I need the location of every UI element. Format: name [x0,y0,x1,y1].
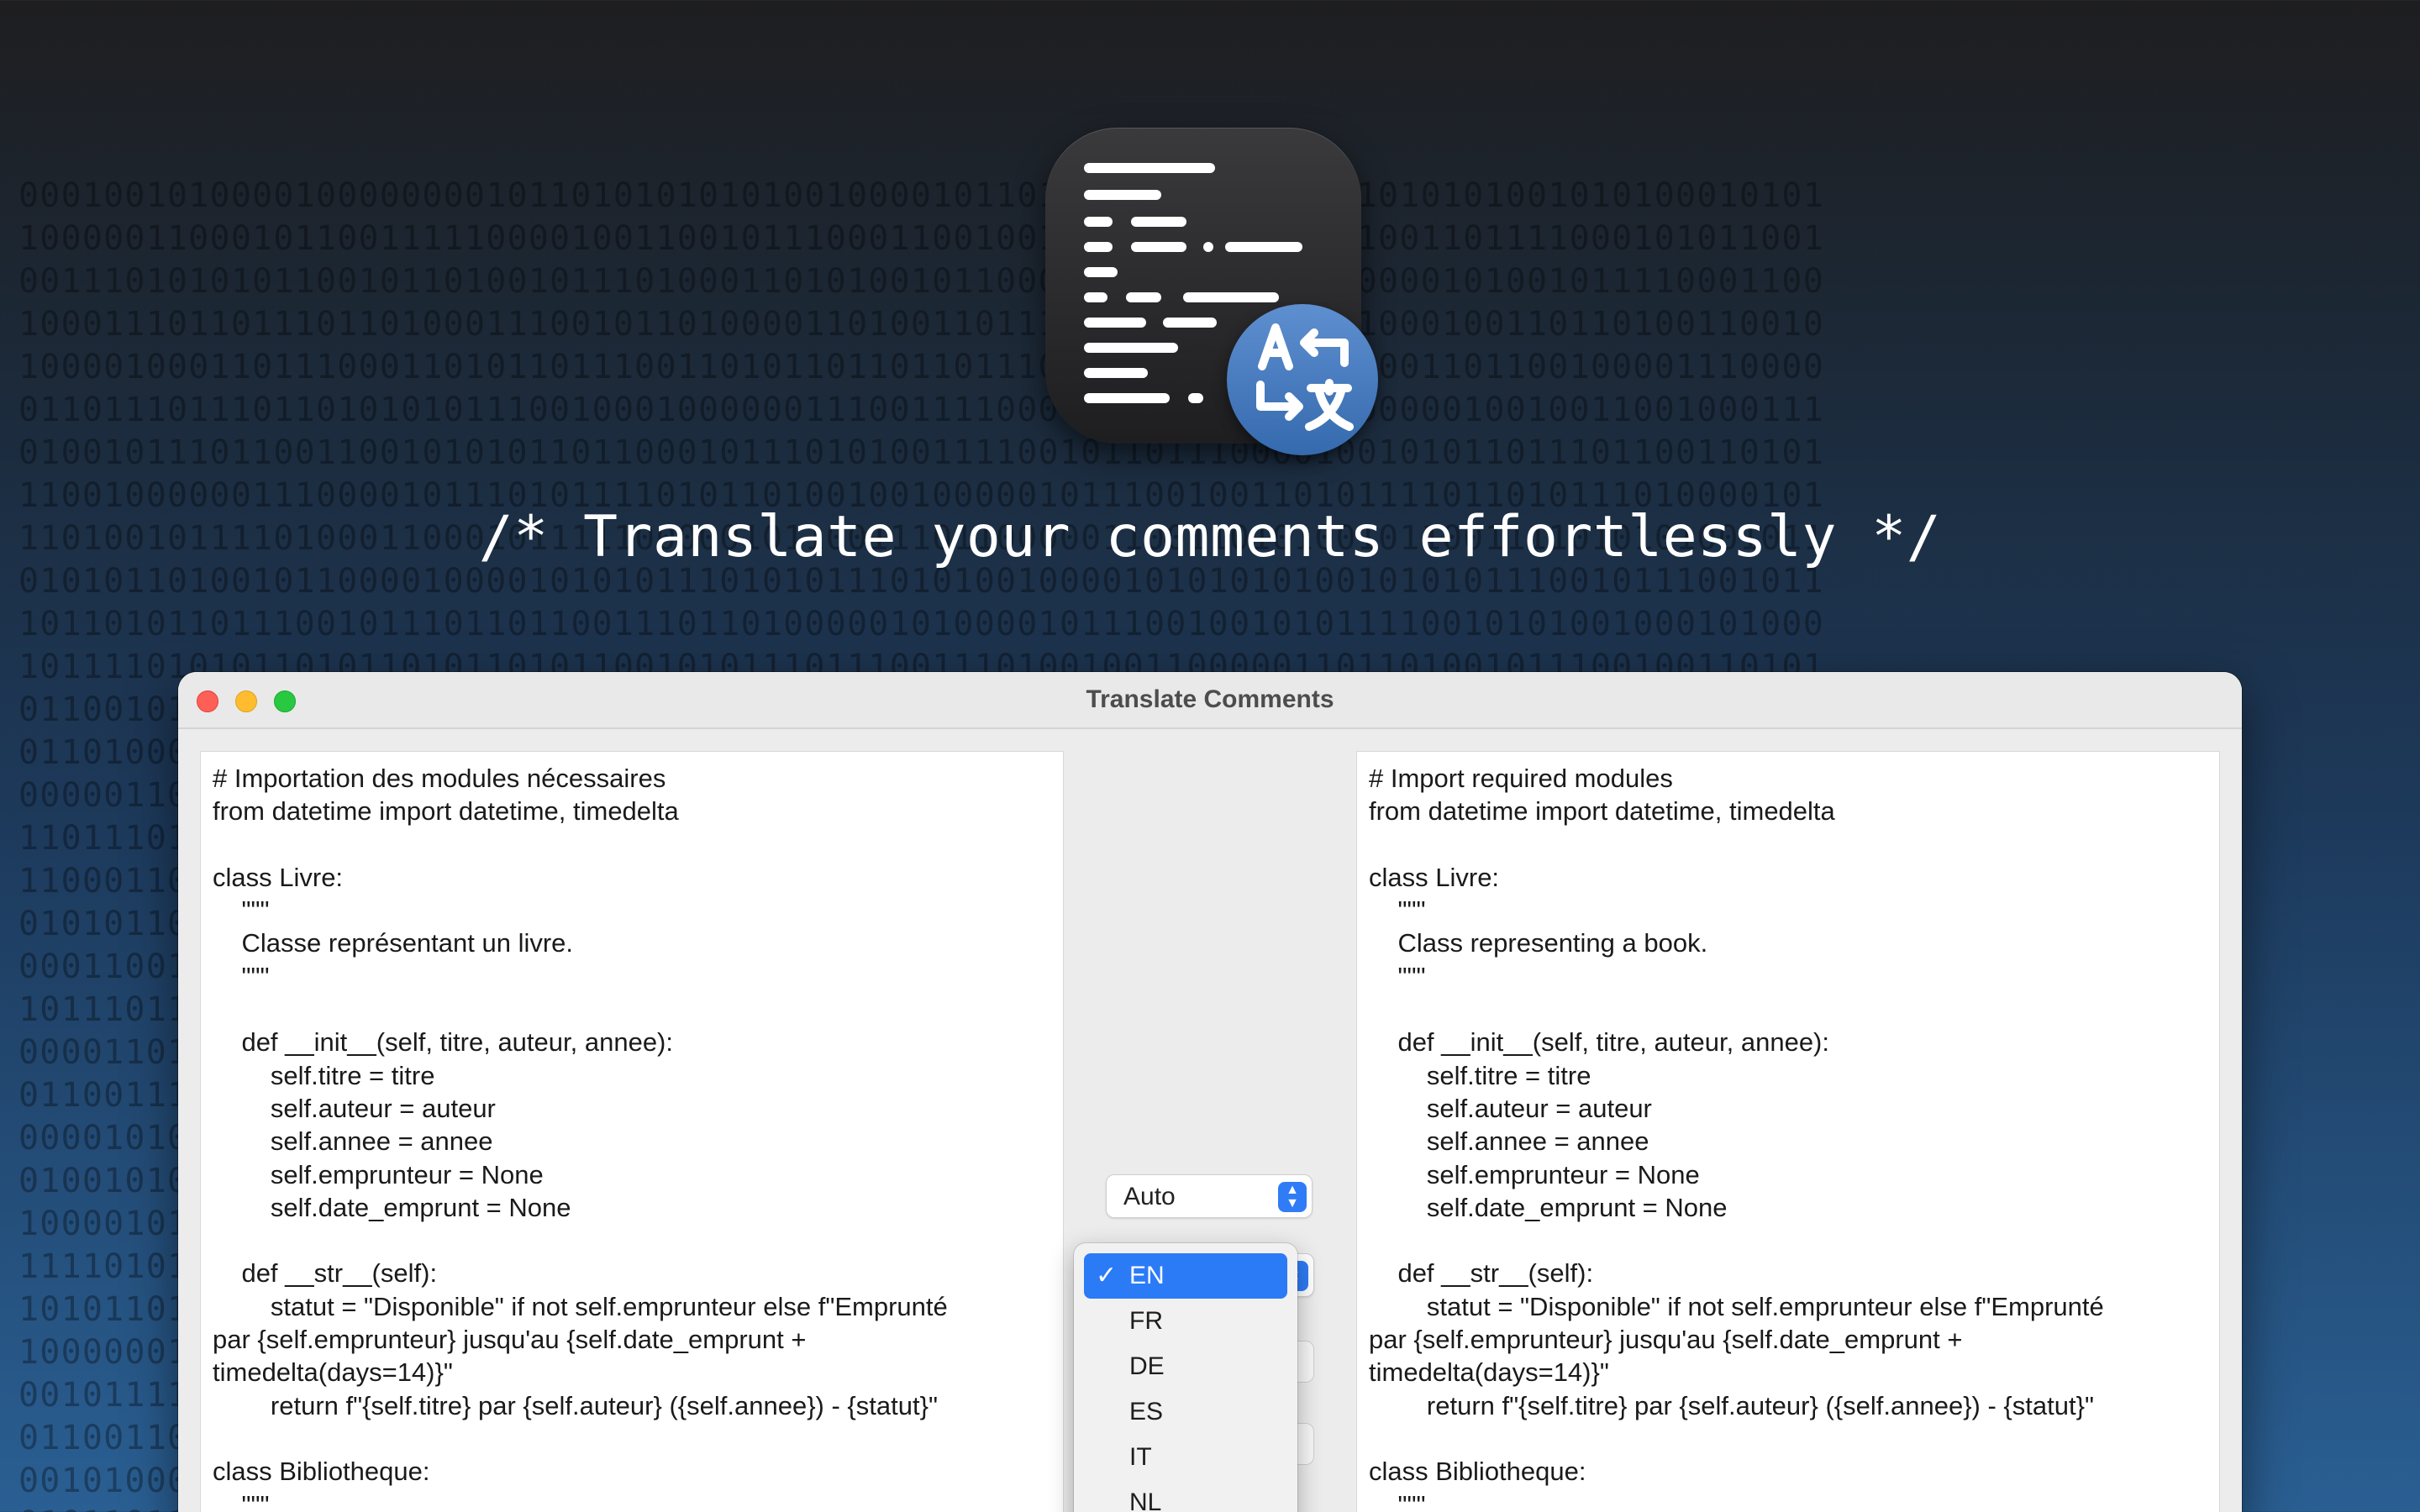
title-bar[interactable]: Translate Comments [178,672,2242,729]
updown-chevron-icon: ▲▼ [1278,1182,1307,1212]
menu-item-en[interactable]: ✓ EN [1084,1253,1287,1299]
tagline: /* Translate your comments effortlessly … [478,504,1942,570]
menu-item-label: ES [1129,1398,1164,1425]
menu-item-de[interactable]: DE [1084,1344,1287,1389]
menu-item-label: DE [1129,1352,1165,1380]
checkmark-icon: ✓ [1096,1262,1118,1289]
menu-item-es[interactable]: ES [1084,1389,1287,1435]
menu-item-label: NL [1129,1488,1162,1512]
source-language-value: Auto [1123,1183,1176,1210]
menu-item-fr[interactable]: FR [1084,1299,1287,1344]
source-code-editor[interactable]: # Importation des modules nécessaires fr… [200,751,1064,1512]
translate-icon [1256,323,1354,431]
menu-item-label: IT [1129,1443,1152,1471]
menu-item-label: FR [1129,1307,1163,1335]
menu-item-nl[interactable]: NL [1084,1480,1287,1512]
app-window: Translate Comments # Importation des mod… [178,672,2242,1512]
menu-item-label: EN [1129,1262,1165,1289]
target-language-menu: ✓ EN FR DE ES IT NL [1074,1243,1297,1512]
menu-item-it[interactable]: IT [1084,1435,1287,1480]
translate-badge [1227,304,1378,455]
window-title: Translate Comments [1086,685,1334,713]
translated-code-editor[interactable]: # Import required modules from datetime … [1356,751,2220,1512]
source-language-popup[interactable]: Auto ▲ ▼ [1106,1174,1313,1218]
